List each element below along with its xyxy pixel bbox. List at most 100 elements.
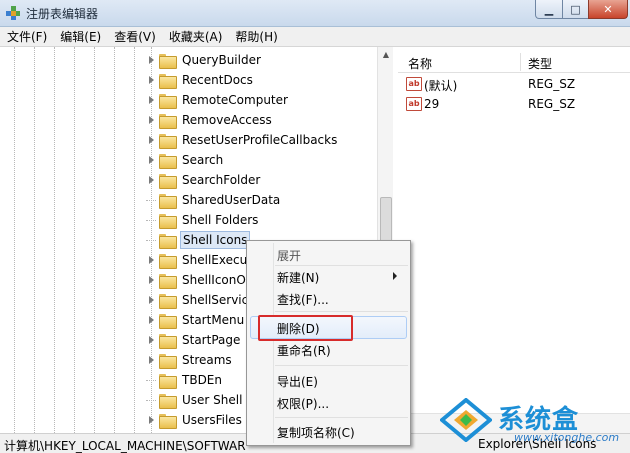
menu-item-new[interactable]: 新建(N) bbox=[277, 269, 319, 286]
reg-string-icon: ab bbox=[406, 77, 422, 91]
tree-node[interactable]: Search bbox=[146, 150, 386, 170]
values-list[interactable]: 名称 类型 ab (默认) REG_SZ ab 29 REG_SZ bbox=[398, 47, 630, 433]
close-button[interactable]: ✕ bbox=[588, 0, 628, 19]
folder-icon bbox=[159, 293, 177, 309]
tree-connector bbox=[146, 399, 156, 401]
menu-item-find[interactable]: 查找(F)... bbox=[277, 291, 329, 308]
menu-separator bbox=[275, 265, 408, 266]
folder-icon bbox=[159, 353, 177, 369]
folder-icon bbox=[159, 273, 177, 289]
menu-help[interactable]: 帮助(H) bbox=[228, 27, 283, 47]
tree-node-label: ShellIconO bbox=[182, 273, 246, 287]
tree-node-label: User Shell bbox=[182, 393, 243, 407]
expand-arrow-icon[interactable] bbox=[146, 115, 156, 125]
folder-icon bbox=[159, 333, 177, 349]
status-path: 计算机\HKEY_LOCAL_MACHINE\SOFTWAR bbox=[4, 439, 246, 453]
tree-node-label: RecentDocs bbox=[182, 73, 253, 87]
tree-node-label: RemoteComputer bbox=[182, 93, 288, 107]
scroll-up-icon[interactable]: ▲ bbox=[380, 49, 392, 61]
tree-node-label: Search bbox=[182, 153, 224, 167]
expand-arrow-icon[interactable] bbox=[146, 155, 156, 165]
folder-icon bbox=[159, 73, 177, 89]
tree-guide-line bbox=[14, 47, 15, 433]
xitonghe-logo-icon bbox=[440, 398, 492, 442]
folder-icon bbox=[159, 213, 177, 229]
expand-arrow-icon[interactable] bbox=[146, 355, 156, 365]
tree-node[interactable]: RecentDocs bbox=[146, 70, 386, 90]
column-divider[interactable] bbox=[520, 53, 521, 71]
expand-arrow-icon[interactable] bbox=[146, 315, 156, 325]
tree-guide-line bbox=[54, 47, 55, 433]
tree-node-label: UsersFiles bbox=[182, 413, 242, 427]
list-item[interactable]: ab 29 REG_SZ bbox=[398, 94, 630, 114]
tree-node[interactable]: SearchFolder bbox=[146, 170, 386, 190]
tree-node-label: RemoveAccess bbox=[182, 113, 272, 127]
expand-arrow-icon[interactable] bbox=[146, 95, 156, 105]
expand-arrow-icon[interactable] bbox=[146, 175, 156, 185]
expand-arrow-icon[interactable] bbox=[146, 255, 156, 265]
tree-node-label: SharedUserData bbox=[182, 193, 281, 207]
expand-arrow-icon[interactable] bbox=[146, 275, 156, 285]
submenu-arrow-icon bbox=[393, 272, 397, 280]
column-header-name[interactable]: 名称 bbox=[408, 55, 432, 72]
maximize-button[interactable]: □ bbox=[562, 0, 589, 19]
tree-node-label: ShellExecut bbox=[182, 253, 252, 267]
tree-node-label: StartMenu bbox=[182, 313, 245, 327]
tree-node[interactable]: Shell Folders bbox=[146, 210, 386, 230]
menu-item-copy-key-name[interactable]: 复制项名称(C) bbox=[277, 424, 355, 441]
folder-icon bbox=[159, 193, 177, 209]
expand-arrow-icon[interactable] bbox=[146, 55, 156, 65]
folder-icon bbox=[159, 233, 177, 249]
folder-icon bbox=[159, 113, 177, 129]
tree-node[interactable]: ResetUserProfileCallbacks bbox=[146, 130, 386, 150]
menu-item-delete[interactable]: 删除(D) bbox=[277, 320, 320, 337]
minimize-icon: ▁ bbox=[544, 2, 554, 16]
folder-icon bbox=[159, 373, 177, 389]
expand-arrow-icon[interactable] bbox=[146, 295, 156, 305]
tree-node-label: TBDEn bbox=[182, 373, 222, 387]
maximize-icon: □ bbox=[570, 2, 581, 16]
tree-guide-line bbox=[94, 47, 95, 433]
tree-node-label: QueryBuilder bbox=[182, 53, 261, 67]
tree-node-label: ResetUserProfileCallbacks bbox=[182, 133, 338, 147]
folder-icon bbox=[159, 173, 177, 189]
tree-guide-line bbox=[74, 47, 75, 433]
tree-connector bbox=[146, 199, 156, 201]
menu-favorites[interactable]: 收藏夹(A) bbox=[162, 27, 229, 47]
menu-view[interactable]: 查看(V) bbox=[107, 27, 162, 47]
tree-node[interactable]: RemoteComputer bbox=[146, 90, 386, 110]
expand-arrow-icon[interactable] bbox=[146, 415, 156, 425]
folder-icon bbox=[159, 413, 177, 429]
tree-node[interactable]: QueryBuilder bbox=[146, 50, 386, 70]
menu-item-export[interactable]: 导出(E) bbox=[277, 373, 318, 390]
menu-separator bbox=[275, 365, 408, 366]
regedit-icon bbox=[6, 6, 20, 20]
value-type: REG_SZ bbox=[528, 97, 576, 111]
tree-connector bbox=[146, 239, 156, 241]
expand-arrow-icon[interactable] bbox=[146, 135, 156, 145]
tree-node-label: SearchFolder bbox=[182, 173, 261, 187]
title-bar[interactable]: 注册表编辑器 ▁ □ ✕ bbox=[0, 0, 630, 27]
tree-guide-line bbox=[34, 47, 35, 433]
tree-connector bbox=[146, 379, 156, 381]
minimize-button[interactable]: ▁ bbox=[535, 0, 563, 19]
tree-guide-line bbox=[134, 47, 135, 433]
folder-icon bbox=[159, 153, 177, 169]
window-title: 注册表编辑器 bbox=[26, 7, 99, 21]
list-header: 名称 类型 bbox=[398, 51, 630, 73]
expand-arrow-icon[interactable] bbox=[146, 75, 156, 85]
menu-separator bbox=[275, 417, 408, 418]
menu-item-permissions[interactable]: 权限(P)... bbox=[277, 395, 329, 412]
tree-connector bbox=[146, 219, 156, 221]
menu-item-expand[interactable]: 展开 bbox=[277, 247, 301, 264]
menu-item-rename[interactable]: 重命名(R) bbox=[277, 342, 331, 359]
tree-node[interactable]: SharedUserData bbox=[146, 190, 386, 210]
tree-node[interactable]: RemoveAccess bbox=[146, 110, 386, 130]
menu-bar: 文件(F) 编辑(E) 查看(V) 收藏夹(A) 帮助(H) bbox=[0, 27, 630, 47]
menu-file[interactable]: 文件(F) bbox=[0, 27, 53, 47]
list-item[interactable]: ab (默认) REG_SZ bbox=[398, 74, 630, 94]
menu-edit[interactable]: 编辑(E) bbox=[53, 27, 107, 47]
column-header-type[interactable]: 类型 bbox=[528, 55, 552, 72]
expand-arrow-icon[interactable] bbox=[146, 335, 156, 345]
context-menu: 展开 新建(N) 查找(F)... 删除(D) 重命名(R) 导出(E) 权限(… bbox=[246, 240, 411, 446]
